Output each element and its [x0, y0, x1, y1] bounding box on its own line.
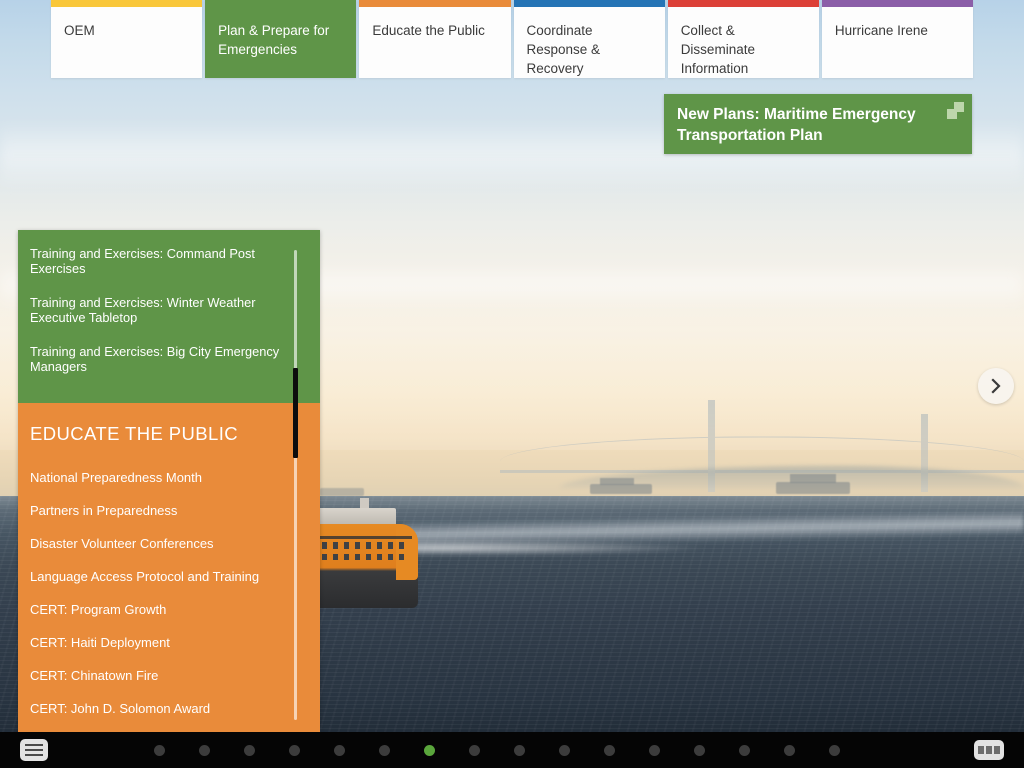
tab-accent-bar — [51, 0, 203, 7]
tab-accent-bar — [667, 0, 819, 7]
distant-ship — [590, 484, 652, 494]
panel-scrollbar-thumb[interactable] — [293, 368, 298, 458]
tab-accent-bar — [513, 0, 665, 7]
tab-coordinate-response-recovery[interactable]: Coordinate Response & Recovery — [513, 0, 665, 78]
topic-list-item[interactable]: CERT: Chinatown Fire — [30, 659, 296, 692]
slide-dot[interactable] — [829, 745, 840, 756]
slide-dot[interactable] — [154, 745, 165, 756]
ferry-bow — [396, 524, 418, 580]
educate-public-heading: EDUCATE THE PUBLIC — [30, 423, 238, 444]
expand-window-icon[interactable] — [947, 102, 964, 119]
distant-ship — [320, 488, 364, 496]
slide-dot[interactable] — [244, 745, 255, 756]
slide-dot[interactable] — [379, 745, 390, 756]
tab-accent-bar — [359, 0, 511, 7]
topic-list-item[interactable]: Disaster Volunteer Conferences — [30, 527, 296, 560]
topic-list-item[interactable]: CERT: Program Growth — [30, 593, 296, 626]
slide-dot[interactable] — [649, 745, 660, 756]
panel-scrollbar-track[interactable] — [294, 250, 297, 720]
slide-dot[interactable] — [784, 745, 795, 756]
next-slide-button[interactable] — [978, 368, 1014, 404]
slide-stage: OEM Plan & Prepare for Emergencies Educa… — [0, 0, 1024, 768]
topic-list-item[interactable]: Training and Exercises: Big City Emergen… — [30, 340, 296, 389]
topic-list-item[interactable]: Language Access Protocol and Training — [30, 560, 296, 593]
slide-dot[interactable] — [559, 745, 570, 756]
distant-ship — [790, 474, 836, 483]
slide-dot[interactable] — [604, 745, 615, 756]
topic-list-item[interactable]: Training and Exercises: Winter Weather E… — [30, 291, 296, 340]
tab-label: Coordinate Response & Recovery — [526, 23, 601, 76]
slide-dot[interactable] — [334, 745, 345, 756]
distant-ship — [776, 482, 850, 494]
plan-prepare-topic-list: Training and Exercises: Command Post Exe… — [18, 230, 320, 403]
topic-list-item[interactable]: Partners in Preparedness — [30, 494, 296, 527]
chevron-right-icon — [991, 378, 1001, 394]
tab-label: Plan & Prepare for Emergencies — [218, 23, 330, 57]
slide-dot[interactable] — [199, 745, 210, 756]
tab-oem[interactable]: OEM — [51, 0, 203, 78]
new-plans-banner-title: New Plans: Maritime Emergency Transporta… — [677, 106, 916, 144]
bottom-navigation-bar — [0, 732, 1024, 768]
tab-plan-prepare-for-emergencies[interactable]: Plan & Prepare for Emergencies — [205, 0, 357, 78]
tab-educate-the-public[interactable]: Educate the Public — [359, 0, 511, 78]
tab-accent-bar — [821, 0, 974, 7]
topic-list-item[interactable]: Training and Exercises: Command Post Exe… — [30, 242, 296, 291]
new-plans-banner[interactable]: New Plans: Maritime Emergency Transporta… — [664, 94, 972, 154]
topic-list-item[interactable]: CERT: Haiti Deployment — [30, 626, 296, 659]
slide-dot[interactable] — [694, 745, 705, 756]
educate-public-topic-list: EDUCATE THE PUBLIC National Preparedness… — [18, 403, 320, 768]
bridge-cable — [500, 436, 1024, 461]
topic-flyout-panel: Training and Exercises: Command Post Exe… — [18, 230, 320, 768]
topic-list-item[interactable]: National Preparedness Month — [30, 461, 296, 494]
slide-dot[interactable] — [469, 745, 480, 756]
slide-dot[interactable] — [514, 745, 525, 756]
distant-ship — [600, 478, 634, 485]
tab-hurricane-irene[interactable]: Hurricane Irene — [821, 0, 974, 78]
slide-dot[interactable] — [289, 745, 300, 756]
slide-dot-nav — [0, 732, 1024, 768]
grid-view-icon[interactable] — [974, 740, 1004, 760]
slide-dot-active[interactable] — [424, 745, 435, 756]
ferry-wake — [412, 540, 712, 556]
section-tab-bar: OEM Plan & Prepare for Emergencies Educa… — [0, 0, 1024, 78]
tab-collect-disseminate-information[interactable]: Collect & Disseminate Information — [667, 0, 819, 78]
topic-list-item[interactable]: CERT: John D. Solomon Award — [30, 692, 296, 725]
tab-label: Collect & Disseminate Information — [680, 23, 755, 76]
slide-dot[interactable] — [739, 745, 750, 756]
